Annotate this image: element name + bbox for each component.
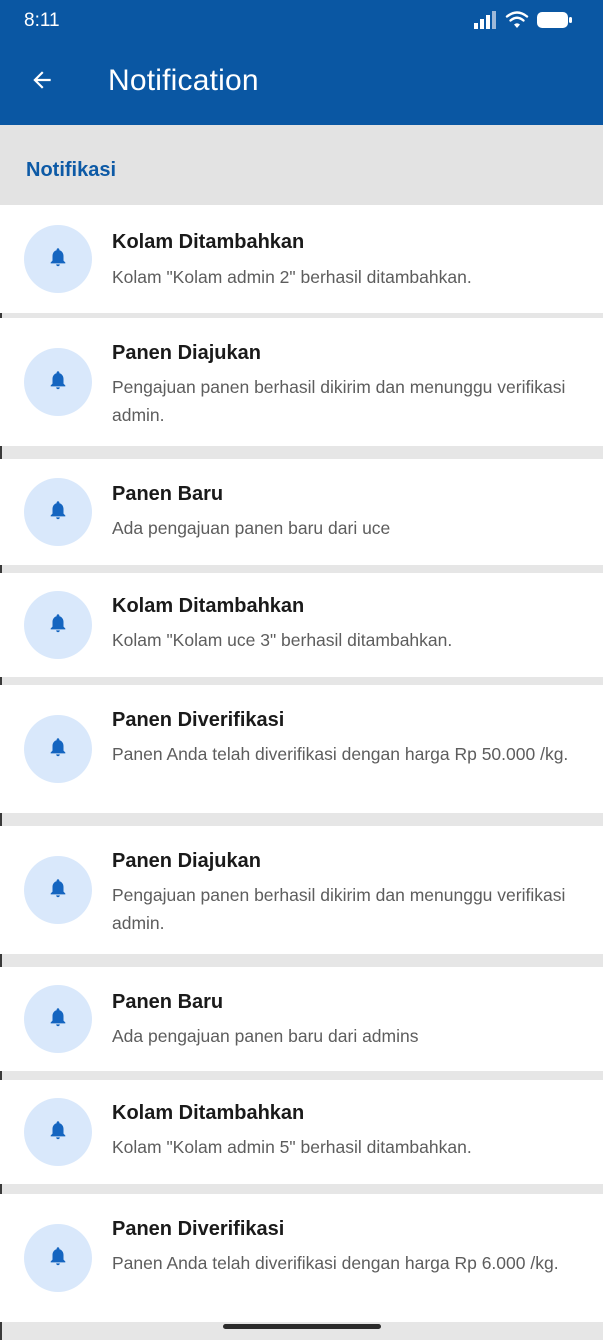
wifi-icon: [505, 11, 529, 34]
notification-message: Kolam "Kolam uce 3" berhasil ditambahkan…: [112, 630, 453, 650]
section-title: Notifikasi: [26, 159, 117, 181]
bell-icon: [47, 876, 69, 905]
notification-icon-circle: [24, 715, 92, 783]
bell-icon: [47, 368, 69, 397]
notification-icon-circle: [24, 348, 92, 416]
section-header: Notifikasi: [0, 125, 603, 205]
status-time: 8:11: [24, 10, 60, 31]
notification-message: Panen Anda telah diverifikasi dengan har…: [112, 1253, 559, 1273]
arrow-back-icon: [29, 67, 55, 98]
notification-title: Kolam Ditambahkan: [112, 1102, 305, 1124]
notification-icon-circle: [24, 225, 92, 293]
notification-icon-circle: [24, 985, 92, 1053]
notification-message: Pengajuan panen berhasil dikirim dan men…: [112, 885, 566, 933]
bell-icon: [47, 611, 69, 640]
notification-message: Panen Anda telah diverifikasi dengan har…: [112, 744, 569, 764]
signal-icon: [473, 11, 497, 34]
notification-item[interactable]: Panen Baru Ada pengajuan panen baru dari…: [0, 967, 603, 1071]
home-indicator[interactable]: [223, 1324, 381, 1329]
bell-icon: [47, 1005, 69, 1034]
bell-icon: [47, 1118, 69, 1147]
battery-icon: [537, 11, 573, 34]
notification-message: Ada pengajuan panen baru dari uce: [112, 518, 391, 538]
bell-icon: [47, 498, 69, 527]
notification-icon-circle: [24, 1224, 92, 1292]
notification-item[interactable]: Panen Diverifikasi Panen Anda telah dive…: [0, 685, 603, 813]
notification-title: Panen Diverifikasi: [112, 1218, 285, 1240]
notification-item[interactable]: Panen Baru Ada pengajuan panen baru dari…: [0, 459, 603, 565]
bell-icon: [47, 245, 69, 274]
bell-icon: [47, 735, 69, 764]
app-bar: Notification: [0, 40, 603, 125]
back-button[interactable]: [20, 60, 64, 104]
notification-item[interactable]: Kolam Ditambahkan Kolam "Kolam admin 2" …: [0, 205, 603, 313]
notification-item[interactable]: Panen Diverifikasi Panen Anda telah dive…: [0, 1194, 603, 1322]
notification-title: Panen Diajukan: [112, 850, 261, 872]
notification-item[interactable]: Panen Diajukan Pengajuan panen berhasil …: [0, 826, 603, 954]
notification-message: Kolam "Kolam admin 5" berhasil ditambahk…: [112, 1137, 472, 1157]
notification-title: Panen Diverifikasi: [112, 709, 285, 731]
page-title: Notification: [108, 64, 259, 97]
notification-title: Kolam Ditambahkan: [112, 595, 305, 617]
notification-item[interactable]: Kolam Ditambahkan Kolam "Kolam uce 3" be…: [0, 573, 603, 677]
notification-message: Pengajuan panen berhasil dikirim dan men…: [112, 377, 566, 425]
notification-item[interactable]: Kolam Ditambahkan Kolam "Kolam admin 5" …: [0, 1080, 603, 1184]
notification-title: Panen Baru: [112, 483, 224, 505]
notification-title: Panen Diajukan: [112, 342, 261, 364]
notification-icon-circle: [24, 1098, 92, 1166]
notification-message: Kolam "Kolam admin 2" berhasil ditambahk…: [112, 267, 472, 287]
notification-message: Ada pengajuan panen baru dari admins: [112, 1026, 419, 1046]
notification-title: Kolam Ditambahkan: [112, 231, 305, 253]
notification-item[interactable]: Panen Diajukan Pengajuan panen berhasil …: [0, 318, 603, 446]
notification-icon-circle: [24, 856, 92, 924]
status-icons: [473, 11, 573, 34]
notification-icon-circle: [24, 591, 92, 659]
notification-title: Panen Baru: [112, 991, 224, 1013]
notification-icon-circle: [24, 478, 92, 546]
status-bar: 8:11: [0, 0, 603, 40]
bell-icon: [47, 1244, 69, 1273]
